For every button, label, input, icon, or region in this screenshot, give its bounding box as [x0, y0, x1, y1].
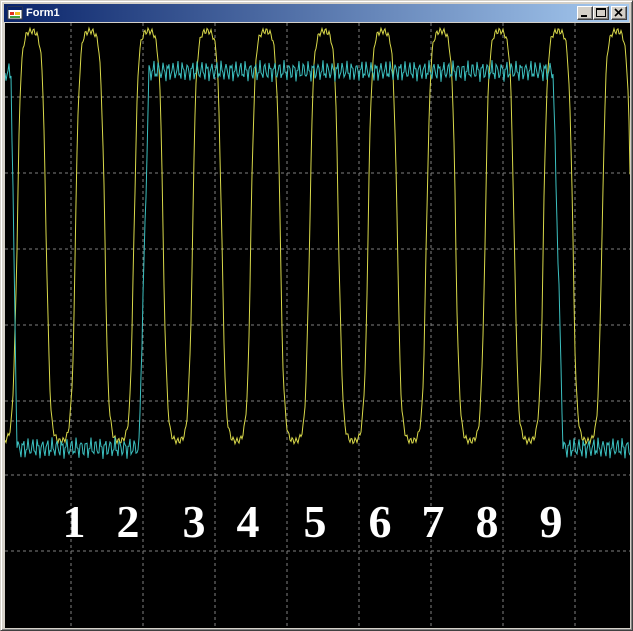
cycle-marker-7: 7	[421, 496, 445, 547]
maximize-button[interactable]	[593, 6, 609, 20]
form-app-icon[interactable]	[7, 5, 23, 21]
title-bar[interactable]: Form1	[4, 4, 629, 22]
cycle-marker-2: 2	[116, 496, 140, 547]
yellow-trace	[5, 26, 630, 446]
maximize-icon	[596, 8, 606, 17]
close-icon	[614, 8, 623, 17]
cyan-trace	[5, 60, 630, 459]
cycle-marker-5: 5	[303, 496, 327, 547]
window-title: Form1	[26, 7, 60, 19]
plot-area: 123456789	[5, 23, 630, 628]
minimize-button[interactable]	[577, 6, 593, 20]
minimize-icon	[581, 15, 587, 17]
close-button[interactable]	[611, 6, 627, 20]
cycle-marker-9: 9	[539, 496, 563, 547]
window: Form1 123456789	[0, 0, 633, 631]
cycle-marker-3: 3	[182, 496, 206, 547]
cycle-marker-8: 8	[475, 496, 499, 547]
cycle-marker-1: 1	[62, 496, 86, 547]
cycle-marker-6: 6	[368, 496, 392, 547]
cycle-marker-4: 4	[236, 496, 260, 547]
